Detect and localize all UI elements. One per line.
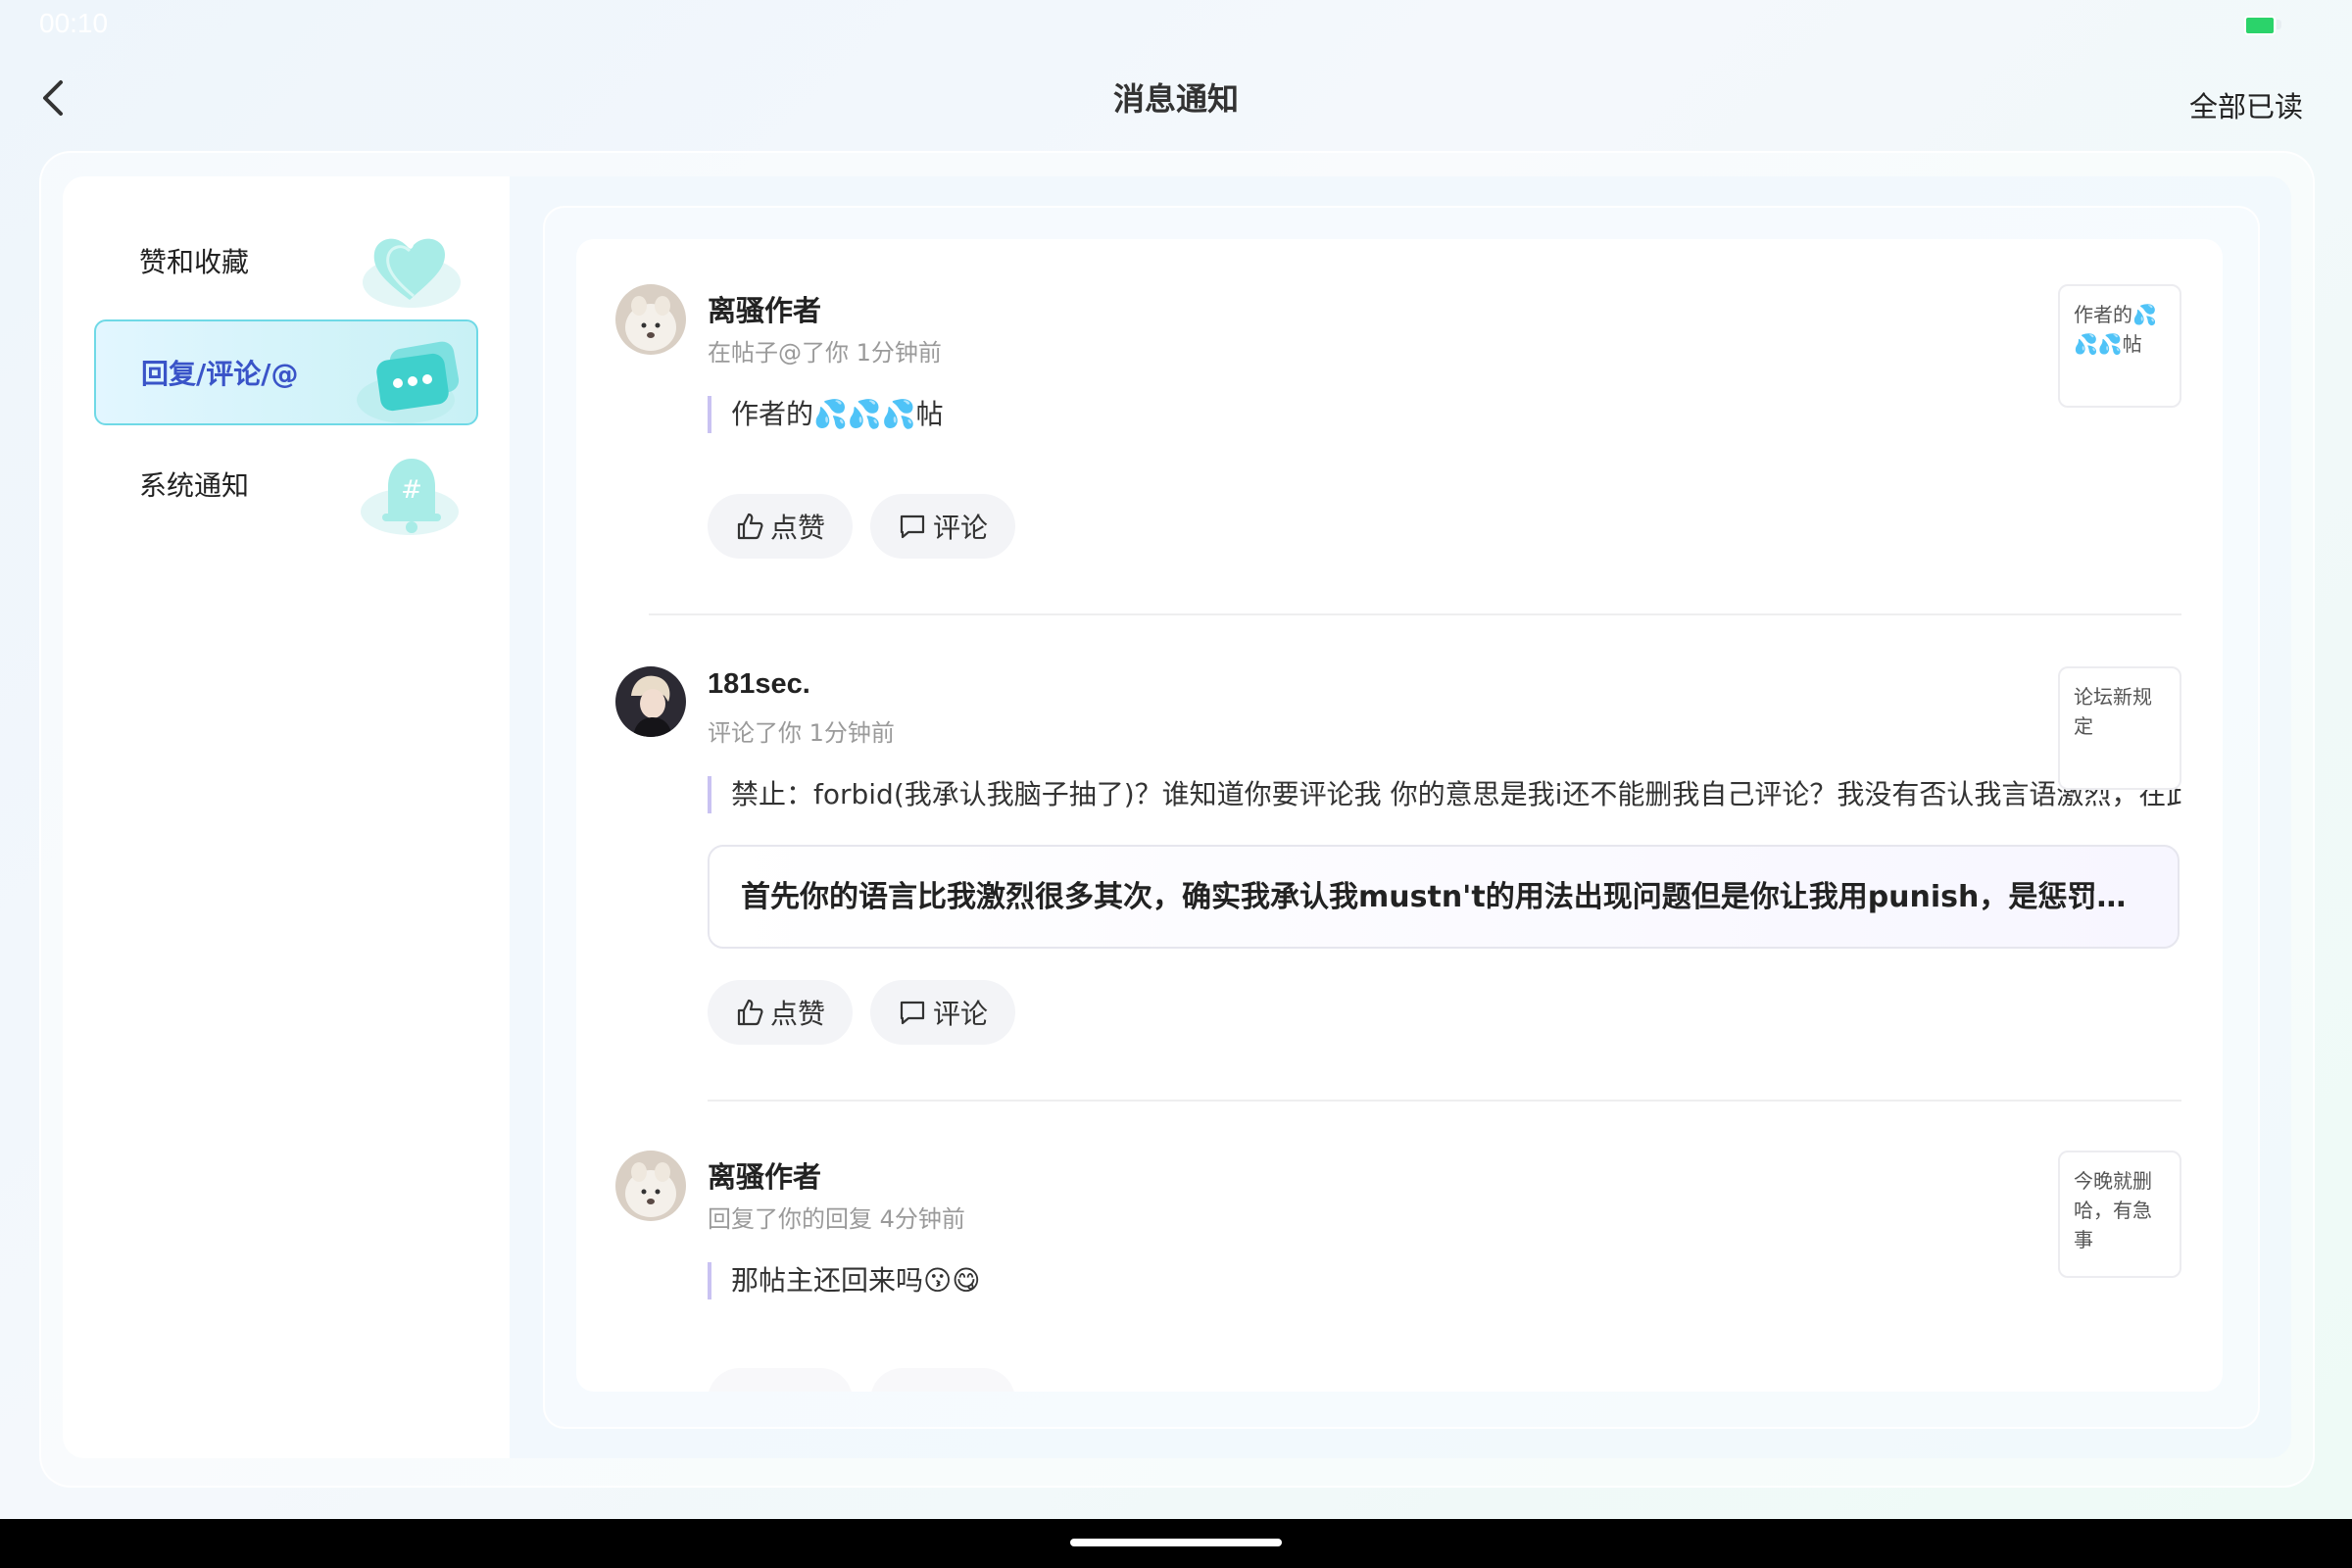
reply-content[interactable]: 首先你的语言比我激烈很多其次，确实我承认我mustn't的用法出现问题但是你让我…	[708, 845, 2180, 949]
like-button[interactable]: 点赞	[708, 494, 853, 559]
notification-meta: 在帖子@了你 1分钟前	[708, 339, 942, 367]
bell-icon: #	[361, 459, 459, 535]
quoted-content[interactable]: 禁止：forbid(我承认我脑子抽了)？谁知道你要评论我 你的意思是我i还不能删…	[708, 776, 2181, 813]
mark-all-read-button[interactable]: 全部已读	[2189, 84, 2303, 125]
comment-button[interactable]	[870, 1368, 1015, 1392]
comment-button[interactable]: 评论	[870, 494, 1015, 559]
notification-feed[interactable]: 离骚作者 在帖子@了你 1分钟前 作者的💦💦💦帖 作者的💦💦💦帖 点赞 评论 1…	[576, 239, 2223, 1392]
like-button[interactable]: 点赞	[708, 980, 853, 1045]
home-indicator[interactable]	[1070, 1539, 1282, 1546]
like-label: 点赞	[769, 512, 825, 544]
sidebar-item-label: 赞和收藏	[139, 246, 250, 278]
user-name[interactable]: 离骚作者	[708, 288, 821, 329]
chat-bubble-icon	[357, 341, 460, 423]
sidebar: 赞和收藏 回复/评论/@ 系统通知 #	[63, 176, 510, 1458]
sidebar-item-label: 回复/评论/@	[141, 358, 299, 390]
post-thumbnail[interactable]: 论坛新规定	[2058, 666, 2181, 790]
notification-meta: 回复了你的回复 4分钟前	[708, 1205, 965, 1233]
avatar[interactable]	[615, 284, 686, 355]
thumbs-up-icon	[737, 513, 763, 540]
post-thumbnail[interactable]: 作者的💦💦💦帖	[2058, 284, 2181, 408]
thumbs-up-icon	[737, 999, 763, 1026]
sidebar-item-label: 系统通知	[139, 469, 250, 502]
comment-button[interactable]: 评论	[870, 980, 1015, 1045]
page-title: 消息通知	[1112, 80, 1239, 118]
sidebar-item-likes[interactable]: 赞和收藏	[94, 208, 478, 314]
avatar[interactable]	[615, 666, 686, 737]
divider	[708, 1100, 2181, 1102]
comment-icon	[900, 514, 925, 539]
user-name[interactable]: 离骚作者	[708, 1154, 821, 1196]
divider	[649, 613, 2181, 615]
battery-cap	[2277, 20, 2281, 29]
svg-text:#: #	[401, 475, 422, 505]
notification-meta: 评论了你 1分钟前	[708, 719, 895, 747]
post-thumbnail[interactable]: 今晚就删哈，有急事	[2058, 1151, 2181, 1278]
comment-label: 评论	[932, 512, 988, 544]
status-time: 00:10	[39, 8, 109, 38]
avatar[interactable]	[615, 1151, 686, 1221]
like-label: 点赞	[769, 998, 825, 1030]
user-name[interactable]: 181sec.	[708, 668, 810, 701]
like-button[interactable]	[708, 1368, 853, 1392]
quoted-content[interactable]: 那帖主还回来吗😗😋	[708, 1262, 980, 1299]
sidebar-item-replies[interactable]: 回复/评论/@	[94, 319, 478, 425]
comment-icon	[900, 1001, 925, 1025]
quoted-content[interactable]: 作者的💦💦💦帖	[708, 396, 944, 433]
sidebar-item-system[interactable]: 系统通知 #	[94, 431, 478, 537]
heart-icon	[363, 238, 461, 308]
battery-icon	[2244, 16, 2276, 35]
comment-label: 评论	[932, 998, 988, 1030]
